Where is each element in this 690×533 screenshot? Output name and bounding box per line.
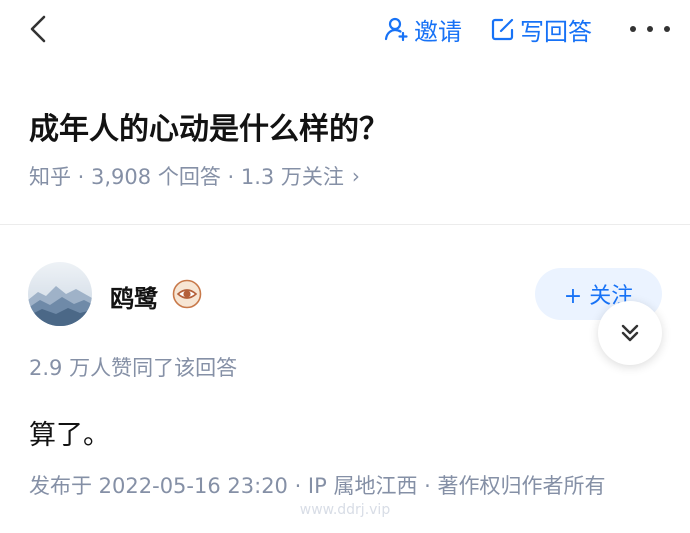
- more-dot: [664, 26, 670, 32]
- write-answer-label: 写回答: [520, 17, 592, 46]
- author-name[interactable]: 鸥鹭: [110, 279, 158, 314]
- invite-button[interactable]: 邀请: [384, 12, 462, 46]
- question-title[interactable]: 成年人的心动是什么样的？: [29, 104, 389, 148]
- double-chevron-down-icon: [621, 324, 639, 342]
- question-meta-text: 知乎 · 3,908 个回答 · 1.3 万关注: [29, 165, 344, 189]
- more-dot: [630, 26, 636, 32]
- likes-count: 2.9 万人赞同了该回答: [29, 356, 238, 380]
- add-person-icon: [384, 17, 408, 42]
- more-options-button[interactable]: [630, 12, 670, 46]
- publish-info: 发布于 2022-05-16 23:20 · IP 属地江西 · 著作权归作者所…: [29, 474, 606, 498]
- section-divider: [0, 224, 690, 225]
- back-button[interactable]: [24, 12, 54, 46]
- question-meta[interactable]: 知乎 · 3,908 个回答 · 1.3 万关注 ›: [29, 161, 360, 191]
- edit-icon: [491, 18, 514, 41]
- write-answer-button[interactable]: 写回答: [490, 12, 592, 46]
- collapse-button[interactable]: [598, 301, 662, 365]
- author-avatar[interactable]: [28, 262, 92, 326]
- chevron-left-icon: [30, 15, 46, 43]
- top-bar: 邀请 写回答: [0, 0, 690, 58]
- more-dot: [647, 26, 653, 32]
- chevron-right-icon: ›: [351, 164, 360, 188]
- watermark: www.ddrj.vip: [299, 502, 391, 518]
- answer-content[interactable]: 算了。: [29, 413, 110, 452]
- avatar-mountain-image: [28, 262, 92, 326]
- eye-badge-icon: [172, 279, 202, 309]
- invite-label: 邀请: [414, 17, 462, 46]
